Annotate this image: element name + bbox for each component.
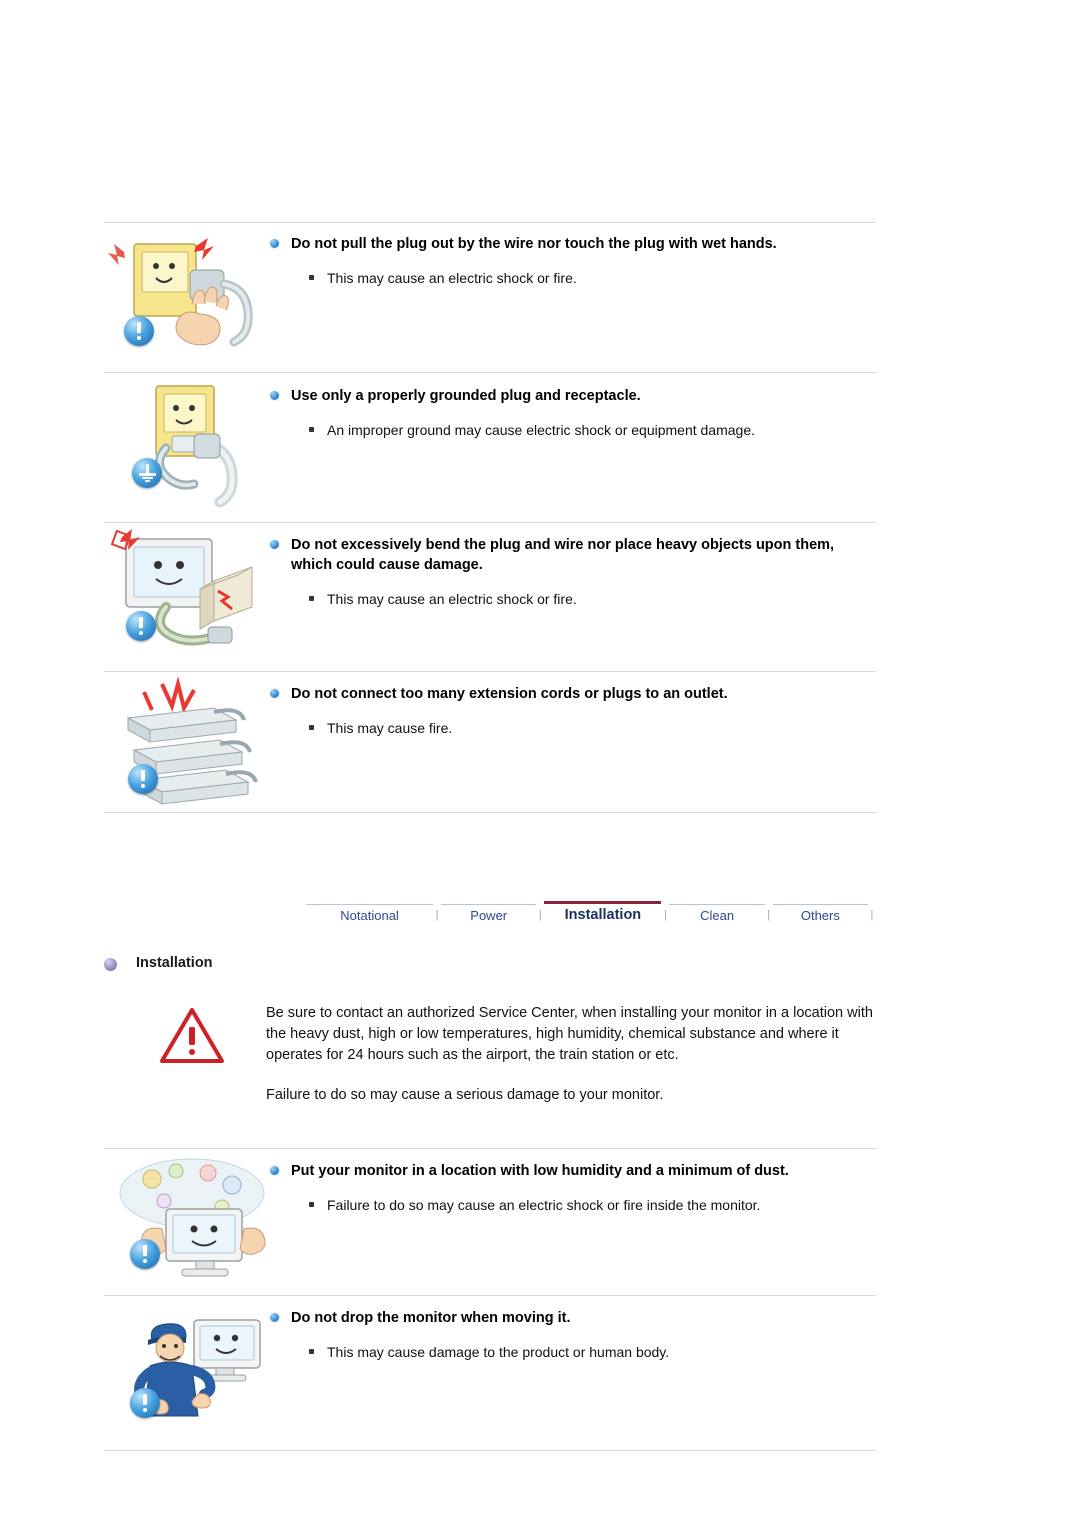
blue-bullet-icon xyxy=(269,1312,280,1323)
item-heading: Do not excessively bend the plug and wir… xyxy=(269,535,876,575)
installation-intro: Be sure to contact an authorized Service… xyxy=(104,1003,876,1128)
tab-notational[interactable]: Notational xyxy=(306,904,434,930)
intro-paragraph: Be sure to contact an authorized Service… xyxy=(266,1005,873,1063)
tab-clean[interactable]: Clean xyxy=(669,904,765,930)
square-bullet-icon xyxy=(309,725,314,730)
divider xyxy=(104,1295,876,1296)
item-heading: Do not connect too many extension cords … xyxy=(269,684,876,704)
tab-separator: | xyxy=(538,909,542,921)
divider xyxy=(104,522,876,523)
square-bullet-icon xyxy=(309,596,314,601)
tab-others[interactable]: Others xyxy=(772,904,869,930)
item-bullet: This may cause an electric shock or fire… xyxy=(269,268,876,288)
exclamation-circle-icon xyxy=(130,1388,160,1418)
exclamation-circle-icon xyxy=(126,611,156,641)
square-bullet-icon xyxy=(309,427,314,432)
divider xyxy=(104,1450,876,1451)
square-bullet-icon xyxy=(309,275,314,280)
blue-bullet-icon xyxy=(269,1165,280,1176)
safety-item-extension-cords: Do not connect too many extension cords … xyxy=(104,676,876,814)
divider xyxy=(104,222,876,223)
safety-item-low-humidity: Put your monitor in a location with low … xyxy=(104,1153,876,1295)
illustration-bent-wire-monitor xyxy=(96,527,261,662)
exclamation-circle-icon xyxy=(124,316,154,346)
item-heading: Do not drop the monitor when moving it. xyxy=(269,1308,876,1328)
blue-bullet-icon xyxy=(269,390,280,401)
document-page: Do not pull the plug out by the wire nor… xyxy=(0,0,1080,1528)
safety-item-grounded-plug: Use only a properly grounded plug and re… xyxy=(104,378,876,523)
tab-separator: | xyxy=(767,909,771,921)
tab-separator: | xyxy=(664,909,667,921)
item-heading: Use only a properly grounded plug and re… xyxy=(269,386,876,406)
divider xyxy=(104,812,876,813)
illustration-grounded-plug xyxy=(114,378,279,513)
exclamation-circle-icon xyxy=(130,1239,160,1269)
square-bullet-icon xyxy=(309,1202,314,1207)
item-heading: Put your monitor in a location with low … xyxy=(269,1161,876,1181)
warning-triangle-icon xyxy=(159,1007,224,1063)
illustration-overloaded-extension-cords xyxy=(104,676,269,811)
illustration-dusty-room-monitor xyxy=(112,1153,277,1288)
item-bullet: An improper ground may cause electric sh… xyxy=(269,420,876,440)
blue-bullet-icon xyxy=(269,539,280,550)
purple-bullet-icon xyxy=(104,958,117,971)
tab-power[interactable]: Power xyxy=(441,904,537,930)
blue-bullet-icon xyxy=(269,238,280,249)
tab-separator: | xyxy=(870,909,874,921)
square-bullet-icon xyxy=(309,1349,314,1354)
page-title: Installation xyxy=(104,955,213,971)
exclamation-circle-icon xyxy=(128,764,158,794)
safety-item-bend-plug: Do not excessively bend the plug and wir… xyxy=(104,527,876,669)
section-tabs[interactable]: Notational | Power | Installation | Clea… xyxy=(306,898,876,932)
item-bullet: This may cause fire. xyxy=(269,718,876,738)
item-bullet: This may cause damage to the product or … xyxy=(269,1342,876,1362)
safety-item-do-not-drop: Do not drop the monitor when moving it. … xyxy=(104,1300,876,1442)
ground-symbol-icon xyxy=(132,458,162,488)
blue-bullet-icon xyxy=(269,688,280,699)
intro-note: Failure to do so may cause a serious dam… xyxy=(266,1087,664,1103)
tab-separator: | xyxy=(435,909,439,921)
tab-installation[interactable]: Installation xyxy=(544,901,662,930)
divider xyxy=(104,372,876,373)
divider xyxy=(104,671,876,672)
item-heading: Do not pull the plug out by the wire nor… xyxy=(269,234,876,254)
divider xyxy=(104,1148,876,1149)
item-bullet: This may cause an electric shock or fire… xyxy=(269,589,876,609)
safety-item-pull-plug: Do not pull the plug out by the wire nor… xyxy=(104,226,876,371)
item-bullet: Failure to do so may cause an electric s… xyxy=(269,1195,876,1215)
